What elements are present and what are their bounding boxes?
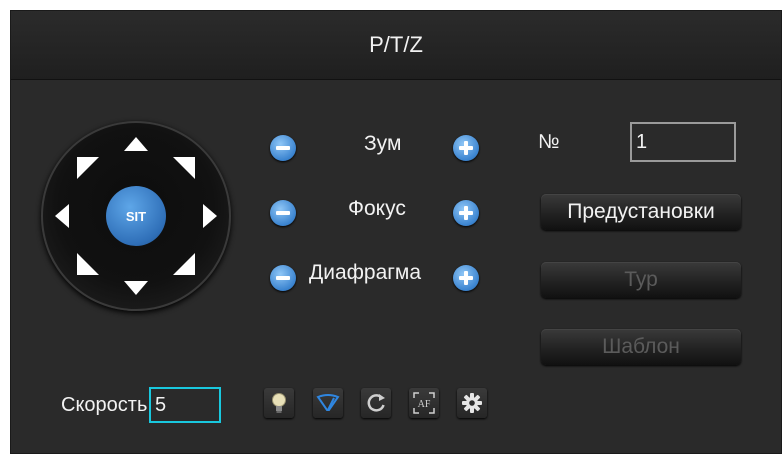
preset-number-label: №	[538, 131, 560, 153]
focus-plus-button[interactable]	[453, 200, 479, 226]
sit-button[interactable]: SIT	[106, 186, 166, 246]
presets-button[interactable]: Предустановки	[541, 194, 741, 230]
pan-up-left-arrow-icon[interactable]	[77, 157, 99, 179]
zoom-label: Зум	[364, 132, 402, 155]
iris-minus-button[interactable]	[270, 265, 296, 291]
minus-icon	[276, 276, 290, 280]
light-bulb-icon[interactable]	[264, 388, 294, 418]
pan-right-arrow-icon[interactable]	[203, 204, 217, 228]
zoom-plus-button[interactable]	[453, 135, 479, 161]
iris-label: Диафрагма	[309, 261, 422, 284]
minus-icon	[276, 211, 290, 215]
pan-down-left-arrow-icon[interactable]	[77, 253, 99, 275]
speed-input[interactable]	[149, 387, 221, 423]
tour-button[interactable]: Тур	[541, 262, 741, 298]
window-titlebar: P/T/Z	[11, 11, 781, 80]
wiper-icon[interactable]	[313, 388, 343, 418]
ptz-window: P/T/Z SIT Зум Фокус Диафрагма № Предуста…	[10, 10, 782, 454]
autofocus-icon[interactable]: AF	[409, 388, 439, 418]
pattern-button[interactable]: Шаблон	[541, 329, 741, 365]
speed-label: Скорость	[61, 394, 148, 416]
settings-gear-icon[interactable]	[457, 388, 487, 418]
svg-text:AF: AF	[418, 399, 431, 410]
focus-label: Фокус	[348, 197, 406, 220]
rotate-icon[interactable]	[361, 388, 391, 418]
pan-up-arrow-icon[interactable]	[124, 137, 148, 151]
pan-down-right-arrow-icon[interactable]	[173, 253, 195, 275]
window-title: P/T/Z	[369, 32, 423, 57]
minus-icon	[276, 146, 290, 150]
pan-down-arrow-icon[interactable]	[124, 281, 148, 295]
pan-left-arrow-icon[interactable]	[55, 204, 69, 228]
iris-plus-button[interactable]	[453, 265, 479, 291]
preset-number-input[interactable]	[630, 122, 736, 162]
focus-minus-button[interactable]	[270, 200, 296, 226]
direction-dial: SIT	[41, 121, 231, 311]
pan-up-right-arrow-icon[interactable]	[173, 157, 195, 179]
zoom-minus-button[interactable]	[270, 135, 296, 161]
